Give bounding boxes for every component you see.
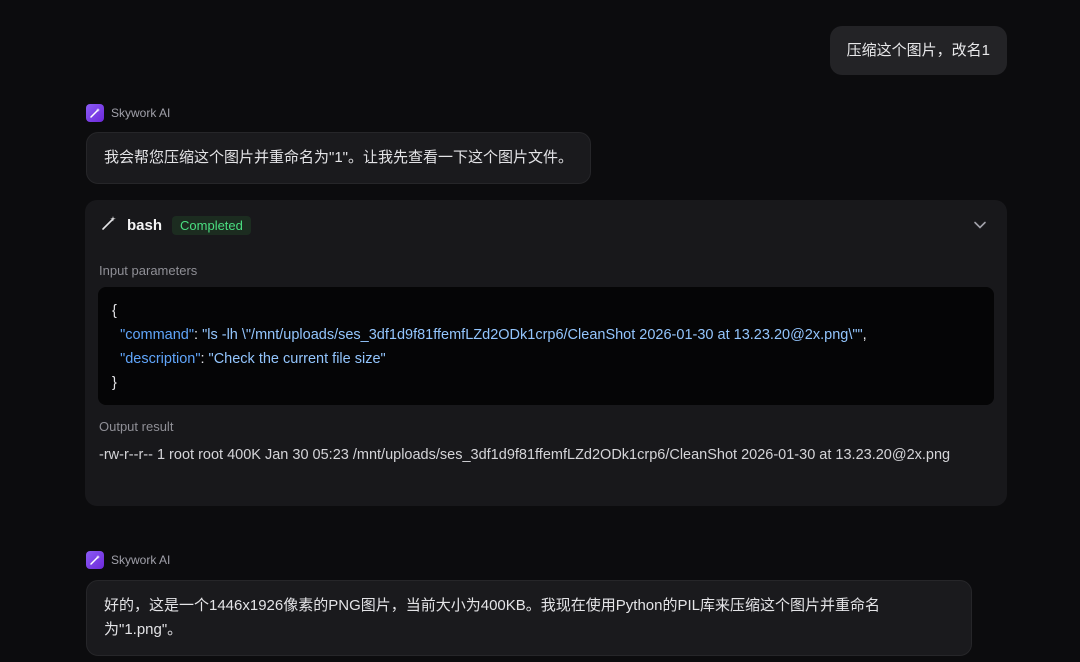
status-badge: Completed xyxy=(172,216,251,235)
ai-message-2: 好的，这是一个1446x1926像素的PNG图片，当前大小为400KB。我现在使… xyxy=(86,580,972,656)
json-value-description: "Check the current file size" xyxy=(208,351,386,367)
user-message: 压缩这个图片，改名1 xyxy=(829,26,1007,75)
output-result-text: -rw-r--r-- 1 root root 400K Jan 30 05:23… xyxy=(99,447,951,463)
json-key-description: "description" xyxy=(120,351,201,367)
input-parameters-label: Input parameters xyxy=(99,263,198,278)
tool-call-card: bash Completed Input parameters { "comma… xyxy=(85,200,1007,506)
tool-header[interactable]: bash Completed xyxy=(101,215,251,236)
chevron-down-icon[interactable] xyxy=(973,218,987,237)
json-open-brace: { xyxy=(112,303,117,319)
json-value-command: "ls -lh \"/mnt/uploads/ses_3df1d9f81ffem… xyxy=(202,327,863,343)
output-result-label: Output result xyxy=(99,419,174,434)
tool-name: bash xyxy=(127,217,163,234)
wand-icon xyxy=(101,215,117,236)
input-parameters-code: { "command": "ls -lh \"/mnt/uploads/ses_… xyxy=(98,287,994,405)
magic-wand-icon xyxy=(86,551,104,569)
magic-wand-icon xyxy=(86,104,104,122)
json-key-command: "command" xyxy=(120,327,195,343)
agent-name: Skywork AI xyxy=(111,553,171,567)
agent-name: Skywork AI xyxy=(111,106,171,120)
agent-header: Skywork AI xyxy=(86,104,170,122)
json-close-brace: } xyxy=(112,375,117,391)
agent-header-2: Skywork AI xyxy=(86,551,170,569)
ai-message: 我会帮您压缩这个图片并重命名为"1"。让我先查看一下这个图片文件。 xyxy=(86,132,591,184)
